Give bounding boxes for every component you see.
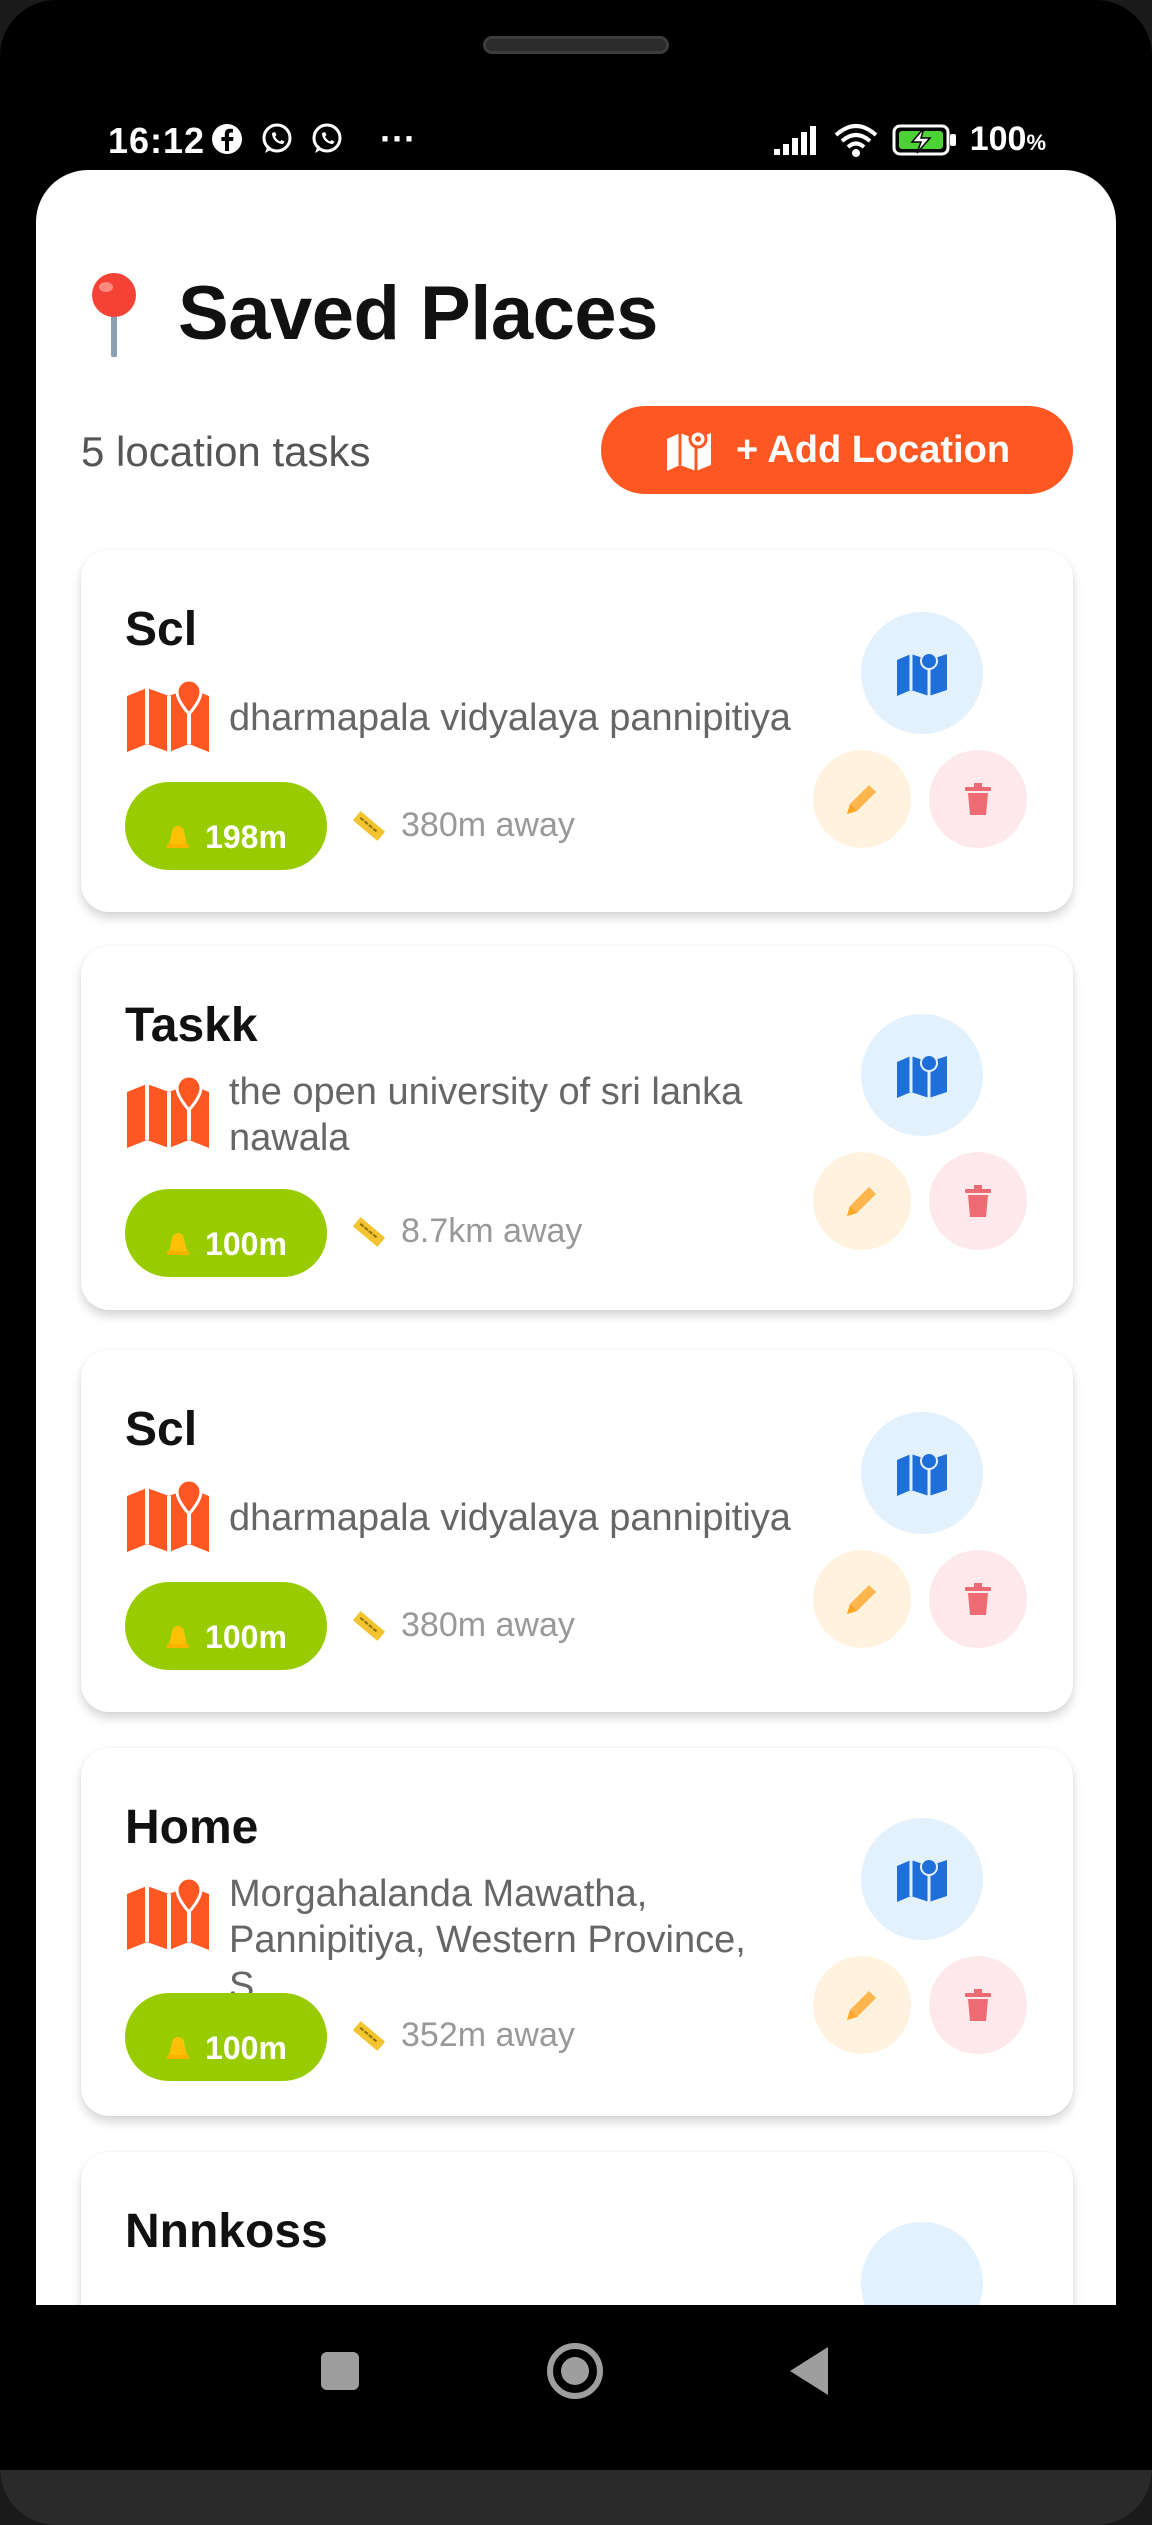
view-on-map-button[interactable] [861,2222,983,2305]
map-location-icon [666,429,711,471]
location-card[interactable]: Scl dharmapala vidyalaya pannipitiya 100… [81,1350,1073,1712]
ruler-icon [352,1610,386,1641]
recent-apps-button[interactable] [321,2352,359,2390]
location-card[interactable]: Scl dharmapala vidyalaya pannipitiya 198… [81,550,1073,912]
delete-button[interactable] [929,1152,1027,1250]
bell-icon [167,2037,190,2059]
whatsapp-icon [312,123,342,153]
distance-info: 380m away [351,806,575,845]
signal-icon [773,125,816,155]
map-icon [897,1054,947,1098]
app-screen: Saved Places 5 location tasks + Add Loca… [36,170,1116,2305]
card-title: Scl [125,1403,198,1456]
card-address: dharmapala vidyalaya pannipitiya [229,1497,791,1539]
status-bar: 16:12 ··· 100% [0,110,1152,170]
bell-icon [167,826,190,848]
trash-icon [965,1185,991,1217]
system-navigation-bar [0,2305,1152,2465]
back-button[interactable] [790,2347,828,2395]
page-title: Saved Places [178,271,658,356]
map-marker-icon [127,1876,209,1950]
map-icon [897,1452,947,1496]
location-card[interactable]: Home Morgahalanda Mawatha, Pannipitiya, … [81,1748,1073,2116]
map-marker-icon [127,1478,209,1552]
card-address: the open university of sri lanka nawala [229,1071,743,1159]
location-card[interactable]: Nnnkoss [81,2152,1073,2305]
pencil-icon [847,1585,876,1614]
add-location-label: + Add Location [735,428,1011,471]
edit-button[interactable] [813,1152,911,1250]
distance-info: 352m away [351,2016,575,2055]
radius-badge: 100m [125,1189,327,1277]
radius-badge: 198m [125,782,327,870]
view-on-map-button[interactable] [861,1014,983,1136]
facebook-icon [212,124,242,154]
radius-value: 100m [205,1226,287,1262]
earpiece-speaker [483,36,669,54]
delete-button[interactable] [929,1956,1027,2054]
notification-icons: ··· [210,118,416,159]
edit-button[interactable] [813,750,911,848]
radius-value: 100m [205,2030,287,2066]
battery-charging-icon [892,124,956,155]
phone-frame: 16:12 ··· 100% Saved Places 5 location t… [0,0,1152,2525]
card-address: Morgahalanda Mawatha, Pannipitiya, Weste… [229,1873,746,2007]
whatsapp-icon [262,123,292,153]
battery-percent: 100% [969,120,1046,158]
map-icon [897,652,947,696]
radius-badge: 100m [125,1582,327,1670]
ruler-icon [352,810,386,841]
distance-value: 352m away [401,2016,575,2054]
edit-button[interactable] [813,1550,911,1648]
map-icon [897,1858,947,1902]
distance-info: 8.7km away [351,1212,582,1251]
view-on-map-button[interactable] [861,612,983,734]
map-marker-icon [127,1074,209,1148]
delete-button[interactable] [929,1550,1027,1648]
home-button[interactable] [547,2343,603,2399]
card-title: Taskk [125,999,258,1052]
bell-icon [167,1233,190,1255]
status-time: 16:12 [108,120,206,161]
map-marker-icon [127,678,209,752]
distance-value: 8.7km away [401,1212,583,1250]
distance-info: 380m away [351,1606,575,1645]
pencil-icon [847,785,876,814]
radius-badge: 100m [125,1993,327,2081]
location-card[interactable]: Taskk the open university of sri lanka n… [81,946,1073,1310]
edit-button[interactable] [813,1956,911,2054]
task-count: 5 location tasks [81,428,371,475]
ruler-icon [352,1216,386,1247]
radius-value: 100m [205,1619,287,1655]
round-pushpin-icon [92,272,136,357]
card-title: Home [125,1801,259,1854]
system-status-icons: 100% [772,120,1046,159]
trash-icon [965,1583,991,1615]
view-on-map-button[interactable] [861,1412,983,1534]
delete-button[interactable] [929,750,1027,848]
pencil-icon [847,1991,876,2020]
distance-value: 380m away [401,806,575,844]
radius-value: 198m [205,819,287,855]
card-address: dharmapala vidyalaya pannipitiya [229,697,791,739]
distance-value: 380m away [401,1606,575,1644]
trash-icon [965,783,991,815]
view-on-map-button[interactable] [861,1818,983,1940]
trash-icon [965,1989,991,2021]
phone-bottom-bezel [0,2470,1152,2525]
card-title: Nnnkoss [125,2205,328,2258]
add-location-button[interactable]: + Add Location [601,406,1073,494]
page-header: Saved Places [86,270,658,357]
wifi-icon [834,123,878,157]
bell-icon [167,1626,190,1648]
more-notifications: ··· [380,118,416,159]
ruler-icon [352,2020,386,2051]
card-title: Scl [125,603,198,656]
pencil-icon [847,1187,876,1216]
